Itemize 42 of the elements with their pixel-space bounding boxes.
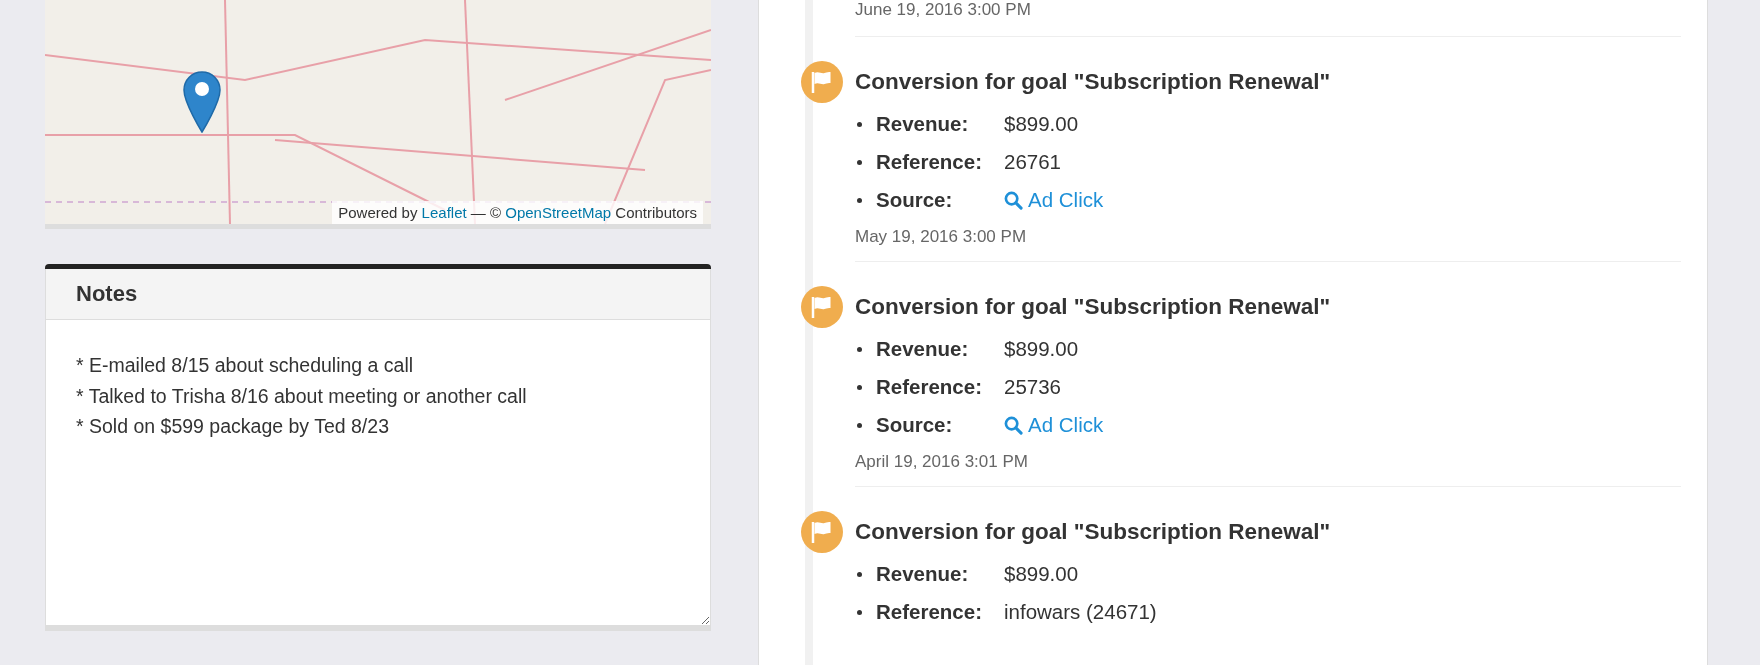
map-pin-icon[interactable] bbox=[183, 71, 221, 133]
bullet-icon bbox=[857, 197, 862, 203]
bullet-icon bbox=[857, 121, 862, 127]
openstreetmap-link[interactable]: OpenStreetMap bbox=[505, 204, 612, 221]
field-label: Revenue: bbox=[876, 337, 970, 361]
source-link[interactable]: Ad Click bbox=[1004, 188, 1104, 212]
flag-icon bbox=[801, 511, 843, 553]
bullet-icon bbox=[857, 346, 862, 352]
flag-icon bbox=[801, 61, 843, 103]
bullet-icon bbox=[857, 609, 862, 615]
leaflet-link[interactable]: Leaflet bbox=[421, 204, 467, 221]
event-title: Conversion for goal "Subscription Renewal" bbox=[855, 294, 1331, 320]
bullet-icon bbox=[857, 159, 862, 165]
field-value: $899.00 bbox=[1004, 337, 1079, 361]
event-title: Conversion for goal "Subscription Renewal" bbox=[855, 519, 1331, 545]
notes-title: Notes bbox=[76, 281, 138, 307]
source-link[interactable]: Ad Click bbox=[1004, 413, 1104, 437]
field-label: Revenue: bbox=[876, 562, 970, 586]
notes-field[interactable]: * E-mailed 8/15 about scheduling a call * Talked to Trisha 8/16 about meeting or another call * Sold on $599 package by Ted 8/23 bbox=[45, 320, 711, 626]
bullet-icon bbox=[857, 422, 862, 428]
search-icon bbox=[1004, 415, 1023, 435]
field-value: 25736 bbox=[1004, 375, 1061, 399]
bullet-icon bbox=[857, 571, 862, 577]
field-value: $899.00 bbox=[1004, 562, 1079, 586]
map-placeholder[interactable]: Powered by Leaflet — © OpenStreetMap Contributors bbox=[45, 0, 711, 229]
field-label: Reference: bbox=[876, 600, 983, 624]
field-label: Reference: bbox=[876, 150, 983, 174]
field-label: Source: bbox=[876, 188, 954, 212]
field-label: Revenue: bbox=[876, 112, 970, 136]
map-attribution: Powered by Leaflet — © OpenStreetMap Contributors bbox=[332, 201, 703, 224]
bullet-icon bbox=[857, 384, 862, 390]
event-timestamp: May 19, 2016 3:00 PM bbox=[855, 227, 1027, 247]
field-value: 26761 bbox=[1004, 150, 1061, 174]
search-icon bbox=[1004, 190, 1023, 210]
flag-icon bbox=[801, 286, 843, 328]
event-title: Conversion for goal "Subscription Renewal" bbox=[855, 69, 1331, 95]
field-label: Source: bbox=[876, 413, 954, 437]
field-value: infowars (24671) bbox=[1004, 600, 1157, 624]
event-timestamp: April 19, 2016 3:01 PM bbox=[855, 452, 1028, 472]
field-value: $899.00 bbox=[1004, 112, 1079, 136]
field-label: Reference: bbox=[876, 375, 983, 399]
event-timestamp: June 19, 2016 3:00 PM bbox=[855, 0, 1031, 20]
